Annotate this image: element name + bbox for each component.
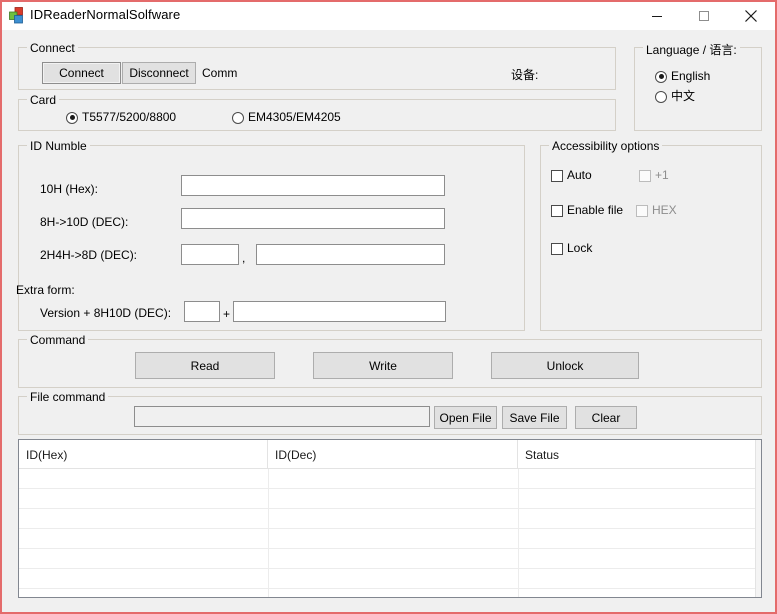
table-row[interactable] <box>19 549 761 569</box>
language-option-chinese[interactable]: 中文 <box>655 90 695 103</box>
device-label: 设备: <box>511 68 539 82</box>
results-listview[interactable]: ID(Hex) ID(Dec) Status <box>18 439 762 598</box>
table-row[interactable] <box>19 529 761 549</box>
results-column-id-hex[interactable]: ID(Hex) <box>19 440 268 469</box>
id-dec-2h4h8d-label: 2H4H->8D (DEC): <box>40 248 138 262</box>
checkbox-icon[interactable] <box>551 169 563 182</box>
horizontal-scrollbar[interactable] <box>4 604 773 610</box>
version-8h10d-label: Version + 8H10D (DEC): <box>40 306 172 320</box>
table-row[interactable] <box>19 509 761 529</box>
id-number-group-title: ID Numble <box>27 139 90 153</box>
maximize-button[interactable] <box>681 2 727 30</box>
version-separator: + <box>223 307 231 321</box>
table-row[interactable] <box>19 489 761 509</box>
id-dec-2h4h8d-input-b[interactable] <box>256 244 445 265</box>
accessibility-group-title: Accessibility options <box>549 139 663 153</box>
minimize-icon <box>652 16 662 17</box>
radio-icon[interactable] <box>655 90 667 103</box>
results-column-label: Status <box>525 447 560 462</box>
accessibility-option-label: +1 <box>655 168 669 182</box>
checkbox-icon[interactable] <box>551 242 563 255</box>
accessibility-option-enable-file[interactable]: Enable file <box>551 204 623 217</box>
accessibility-option-label: Lock <box>567 241 593 255</box>
language-group-title: Language / 语言: <box>643 41 740 58</box>
results-header-row: ID(Hex) ID(Dec) Status <box>19 440 761 469</box>
id-dec-8h10d-input[interactable] <box>181 208 445 229</box>
write-button[interactable]: Write <box>313 352 453 379</box>
unlock-button[interactable]: Unlock <box>491 352 639 379</box>
card-option-t5577[interactable]: T5577/5200/8800 <box>66 111 176 124</box>
id-hex-label: 10H (Hex): <box>40 182 99 196</box>
language-group: Language / 语言: <box>634 41 762 131</box>
card-option-label: T5577/5200/8800 <box>82 110 177 124</box>
extra-form-label: Extra form: <box>16 283 75 297</box>
checkbox-icon[interactable] <box>551 204 563 217</box>
id-hex-input[interactable] <box>181 175 445 196</box>
read-button[interactable]: Read <box>135 352 275 379</box>
save-file-button[interactable]: Save File <box>502 406 567 429</box>
language-option-label: 中文 <box>671 89 696 103</box>
disconnect-button[interactable]: Disconnect <box>122 62 196 84</box>
accessibility-option-label: HEX <box>652 203 677 217</box>
accessibility-option-label: Enable file <box>567 204 623 217</box>
comm-label: Comm <box>202 66 238 80</box>
results-column-id-dec[interactable]: ID(Dec) <box>268 440 518 469</box>
results-column-label: ID(Hex) <box>26 447 68 462</box>
card-group-title: Card <box>27 93 60 107</box>
maximize-icon <box>699 11 709 21</box>
accessibility-option-lock[interactable]: Lock <box>551 242 592 255</box>
radio-icon[interactable] <box>655 70 667 83</box>
language-option-english[interactable]: English <box>655 70 710 83</box>
table-row[interactable] <box>19 569 761 589</box>
accessibility-option-label: Auto <box>567 168 592 182</box>
checkbox-icon <box>636 204 648 217</box>
results-column-label: ID(Dec) <box>275 447 317 462</box>
app-window: IDReaderNormalSolfware Connect Connect D… <box>0 0 777 614</box>
checkbox-icon <box>639 169 651 182</box>
file-command-group-title: File command <box>27 390 109 404</box>
id-dec-2h4h8d-separator: , <box>242 251 246 265</box>
radio-icon[interactable] <box>232 111 244 124</box>
accessibility-option-auto[interactable]: Auto <box>551 169 592 182</box>
id-dec-2h4h8d-input-a[interactable] <box>181 244 239 265</box>
card-option-label: EM4305/EM4205 <box>248 110 341 124</box>
file-path-input[interactable] <box>134 406 430 427</box>
results-body <box>19 469 761 597</box>
window-title: IDReaderNormalSolfware <box>30 7 181 22</box>
radio-icon[interactable] <box>66 111 78 124</box>
id-dec-8h10d-label: 8H->10D (DEC): <box>40 215 129 229</box>
close-button[interactable] <box>728 2 774 30</box>
command-group-title: Command <box>27 333 89 347</box>
accessibility-option-plus-one: +1 <box>639 169 669 182</box>
open-file-button[interactable]: Open File <box>434 406 497 429</box>
close-icon <box>745 10 757 22</box>
table-row[interactable] <box>19 469 761 489</box>
extra-8h10d-input[interactable] <box>233 301 446 322</box>
table-row[interactable] <box>19 589 761 597</box>
accessibility-option-hex: HEX <box>636 204 677 217</box>
minimize-button[interactable] <box>634 2 680 30</box>
vertical-scrollbar[interactable] <box>755 440 761 597</box>
title-bar: IDReaderNormalSolfware <box>2 2 775 30</box>
language-option-label: English <box>671 69 711 83</box>
connect-group-title: Connect <box>27 41 78 55</box>
results-column-status[interactable]: Status <box>518 440 761 469</box>
connect-button[interactable]: Connect <box>42 62 121 84</box>
app-blocks-icon <box>9 7 27 24</box>
version-input[interactable] <box>184 301 220 322</box>
clear-button[interactable]: Clear <box>575 406 637 429</box>
card-option-em4305[interactable]: EM4305/EM4205 <box>232 111 341 124</box>
